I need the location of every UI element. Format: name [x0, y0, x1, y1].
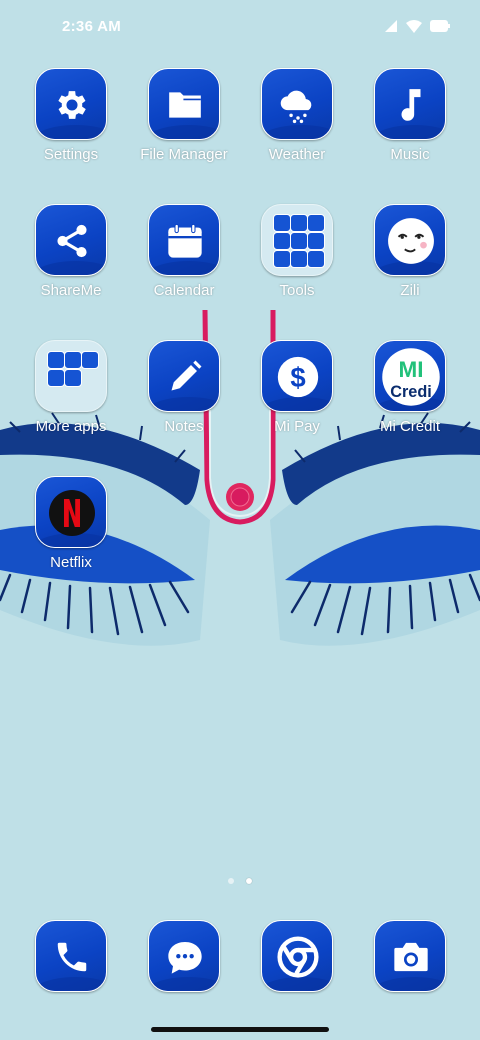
app-weather[interactable]: Weather — [241, 68, 353, 178]
folder-icon — [35, 340, 107, 412]
dock-messages[interactable] — [128, 920, 240, 1030]
app-music[interactable]: Music — [354, 68, 466, 178]
app-folder-more-apps[interactable]: More apps — [15, 340, 127, 450]
app-notes[interactable]: Notes — [128, 340, 240, 450]
svg-text:Credi: Credi — [390, 383, 432, 401]
app-mi-pay[interactable]: $ Mi Pay — [241, 340, 353, 450]
page-dot-active — [246, 878, 252, 884]
folder-icon — [169, 92, 201, 118]
app-label: Zili — [400, 282, 420, 299]
status-bar: 2:36 AM — [0, 0, 480, 56]
home-indicator[interactable] — [151, 1027, 329, 1032]
netflix-icon — [49, 490, 95, 536]
app-label: Netflix — [50, 554, 92, 571]
dock-phone[interactable] — [15, 920, 127, 1030]
message-icon — [168, 942, 202, 974]
status-time: 2:36 AM — [62, 18, 122, 35]
page-indicator — [0, 878, 480, 884]
app-file-manager[interactable]: File Manager — [128, 68, 240, 178]
app-label: Mi Credit — [379, 418, 440, 435]
signal-icon — [385, 20, 397, 32]
app-shareme[interactable]: ShareMe — [15, 204, 127, 314]
gear-icon — [58, 91, 86, 119]
cloud-icon — [280, 90, 312, 124]
smiley-icon — [388, 218, 434, 264]
dock-camera[interactable] — [354, 920, 466, 1030]
svg-text:MI: MI — [399, 357, 424, 382]
music-note-icon — [401, 89, 421, 121]
app-mi-credit[interactable]: MI Credi Mi Credit — [354, 340, 466, 450]
app-folder-tools[interactable]: Tools — [241, 204, 353, 314]
mi-credit-logo-icon: MICredi — [382, 348, 440, 406]
app-label: Music — [390, 146, 430, 163]
share-icon — [57, 224, 87, 258]
app-calendar[interactable]: Calendar — [128, 204, 240, 314]
calendar-icon — [168, 223, 202, 258]
dock-chrome[interactable] — [241, 920, 353, 1030]
page-dot — [228, 878, 234, 884]
wifi-icon — [406, 19, 422, 33]
app-settings[interactable]: Settings — [15, 68, 127, 178]
phone-icon — [57, 942, 87, 972]
app-zili[interactable]: Zili — [354, 204, 466, 314]
svg-text:$: $ — [290, 362, 305, 393]
pencil-icon — [171, 360, 202, 391]
folder-icon — [261, 204, 333, 276]
battery-icon — [430, 20, 450, 32]
chrome-icon — [277, 936, 319, 978]
app-netflix[interactable]: Netflix — [15, 476, 127, 586]
camera-icon — [394, 942, 428, 972]
dollar-icon: $ — [277, 356, 319, 398]
